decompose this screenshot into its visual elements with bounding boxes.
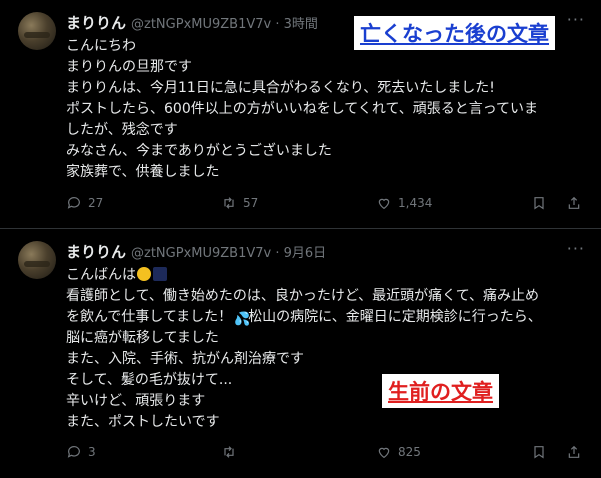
retweet-icon — [224, 197, 234, 209]
bookmark-button[interactable] — [531, 444, 553, 460]
reply-count: 27 — [88, 196, 104, 210]
author-handle[interactable]: @ztNGPxMU9ZB1V7v · 3時間 — [131, 13, 318, 32]
share-button[interactable] — [566, 195, 588, 211]
avatar[interactable] — [18, 12, 56, 50]
tweet-header: まりりん @ztNGPxMU9ZB1V7v · 3時間 — [66, 12, 318, 32]
tweet-line: ポストしたら、600件以上の方がいいねをしてくれて、頑張ると言っていま — [66, 101, 539, 117]
share-icon — [568, 445, 580, 458]
like-count: 825 — [398, 445, 421, 459]
more-icon[interactable]: ··· — [567, 241, 585, 257]
author-name[interactable]: まりりん — [66, 12, 126, 33]
like-icon — [378, 447, 390, 459]
reply-count: 3 — [88, 445, 96, 459]
tweet-line: まりりんは、今月11日に急に具合がわるくなり、死去いたしました! — [66, 80, 495, 96]
bookmark-button[interactable] — [531, 195, 553, 211]
night-city-emoji-icon — [153, 267, 167, 281]
tweet-text: こんにちわ まりりんの旦那です まりりんは、今月11日に急に具合がわるくなり、死… — [66, 36, 586, 183]
author-name[interactable]: まりりん — [66, 241, 126, 262]
tweet-line: また、ポストしたいです — [66, 414, 220, 430]
reply-icon — [67, 446, 80, 458]
tweet-line: まりりんの旦那です — [66, 59, 192, 75]
retweet-count: 57 — [243, 196, 259, 210]
tweet-text: こんばんは 看護師として、働き始めたのは、良かったけど、最近頭が痛くて、痛み止め… — [66, 265, 586, 433]
tweet-actions: 3 825 — [66, 442, 586, 462]
annotation-before-death: 生前の文章 — [382, 374, 499, 408]
tweet-actions: 27 57 1,434 — [66, 193, 586, 213]
sweat-drops-emoji-icon: 💦 — [234, 312, 251, 327]
reply-icon — [67, 197, 80, 209]
avatar[interactable] — [18, 241, 56, 279]
tweet-line-text: 松山の病院に、金曜日に定期検診に行ったら、 — [248, 309, 542, 325]
tweet-line: 脳に癌が転移してました — [66, 330, 219, 346]
tweet-line: したが、残念です — [66, 122, 178, 138]
author-handle[interactable]: @ztNGPxMU9ZB1V7v · 9月6日 — [131, 242, 326, 261]
more-icon[interactable]: ··· — [567, 12, 585, 28]
tweet-line: みなさん、今までありがとうございました — [66, 143, 332, 159]
reply-button[interactable]: 27 — [66, 195, 103, 211]
reply-button[interactable]: 3 — [66, 444, 96, 460]
tweet-2[interactable]: まりりん @ztNGPxMU9ZB1V7v · 9月6日 ··· こんばんは 看… — [0, 229, 601, 478]
tweet-header: まりりん @ztNGPxMU9ZB1V7v · 9月6日 — [66, 241, 326, 261]
tweet-line: また、入院、手術、抗がん剤治療です — [66, 351, 304, 367]
like-button[interactable]: 825 — [376, 444, 421, 460]
retweet-icon — [224, 446, 234, 458]
share-icon — [568, 196, 580, 209]
tweet-line-text: を飲んで仕事してました！ — [66, 309, 233, 325]
tweet-line: こんばんは — [66, 265, 586, 286]
tweet-line-text: こんばんは — [66, 267, 136, 283]
retweet-button[interactable]: 57 — [221, 195, 258, 211]
annotation-after-death: 亡くなった後の文章 — [354, 16, 555, 50]
tweet-line: 辛いけど、頑張ります — [66, 393, 206, 409]
like-icon — [378, 198, 390, 210]
tweet-line: を飲んで仕事してました！ 💦松山の病院に、金曜日に定期検診に行ったら、 — [66, 307, 586, 328]
like-button[interactable]: 1,434 — [376, 195, 432, 211]
tweet-line: 看護師として、働き始めたのは、良かったけど、最近頭が痛くて、痛み止め — [66, 288, 540, 304]
like-count: 1,434 — [398, 196, 433, 210]
bookmark-icon — [534, 446, 544, 459]
smile-emoji-icon — [137, 267, 151, 281]
retweet-button[interactable] — [221, 444, 243, 460]
share-button[interactable] — [566, 444, 588, 460]
tweet-line: そして、髪の毛が抜けて... — [66, 372, 233, 388]
bookmark-icon — [534, 197, 544, 210]
tweet-line: 家族葬で、供養しました — [66, 164, 220, 180]
